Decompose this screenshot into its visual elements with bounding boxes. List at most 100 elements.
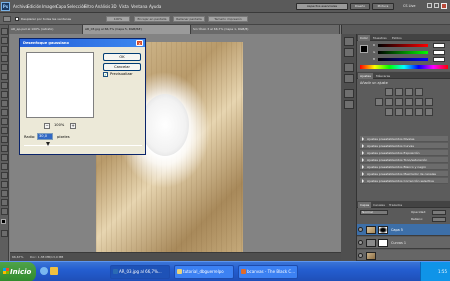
cancel-button[interactable]: Cancelar <box>103 63 141 71</box>
type-tool-icon[interactable] <box>1 163 8 170</box>
radius-slider-handle[interactable] <box>46 142 50 146</box>
tab-document-3[interactable]: Sin título 3 al 66,7% (Capa 1, RGB/8) <box>191 25 340 34</box>
workspace-painting-button[interactable]: Pintura <box>372 3 394 10</box>
color-spectrum-bar[interactable] <box>360 65 448 69</box>
tab-document-1[interactable]: AR_ap.psd al 100% (retrato) <box>9 25 83 34</box>
brightness-adjustment-icon[interactable] <box>385 88 393 96</box>
close-window-icon[interactable] <box>441 3 447 9</box>
green-channel-slider[interactable] <box>378 51 428 54</box>
gradient-tool-icon[interactable] <box>1 127 8 134</box>
fill-input[interactable] <box>432 217 446 222</box>
preset-channel-mixer[interactable]: Ajustes preestablecidos Mezclador de can… <box>360 171 448 177</box>
tab-styles[interactable]: Estilos <box>390 35 404 41</box>
workspace-essentials-button[interactable]: Aspectos esenciales <box>296 3 348 10</box>
crop-tool-icon[interactable] <box>1 64 8 71</box>
layer-row-active[interactable]: Capa 5 <box>357 224 450 236</box>
brush-tool-icon[interactable] <box>1 91 8 98</box>
eye-icon[interactable] <box>358 240 363 245</box>
posterize-adjustment-icon[interactable] <box>395 108 403 116</box>
eye-icon[interactable] <box>358 253 363 258</box>
opacity-input[interactable] <box>432 210 446 215</box>
layer-row[interactable]: Curvas 1 <box>357 237 450 249</box>
threshold-adjustment-icon[interactable] <box>405 108 413 116</box>
preset-levels[interactable]: Ajustes preestablecidos Niveles <box>360 136 448 142</box>
3d-rotate-tool-icon[interactable] <box>1 190 8 197</box>
red-channel-slider[interactable] <box>378 44 428 47</box>
zoom-level-readout[interactable]: 66,67% <box>12 253 23 261</box>
pen-tool-icon[interactable] <box>1 154 8 161</box>
quicklaunch-icon[interactable] <box>40 267 48 275</box>
paragraph-panel-icon[interactable] <box>344 100 354 109</box>
dialog-close-icon[interactable]: x <box>136 40 143 46</box>
preset-exposure[interactable]: Ajustes preestablecidos Exposición <box>360 150 448 156</box>
hand-tool-side-icon[interactable] <box>1 199 8 206</box>
shape-tool-icon[interactable] <box>1 181 8 188</box>
dodge-tool-icon[interactable] <box>1 145 8 152</box>
tab-swatches[interactable]: Muestras <box>371 35 389 41</box>
foreground-color-swatch[interactable] <box>1 219 6 224</box>
actual-pixels-button[interactable]: 100% <box>106 16 130 22</box>
marquee-tool-icon[interactable] <box>1 37 8 44</box>
clone-stamp-tool-icon[interactable] <box>1 100 8 107</box>
layer-row[interactable] <box>357 250 450 261</box>
quicklaunch-folder-icon[interactable] <box>50 267 58 275</box>
preset-curves[interactable]: Ajustes preestablecidos Curvas <box>360 143 448 149</box>
tab-layers[interactable]: Capas <box>358 202 372 208</box>
eyedropper-tool-icon[interactable] <box>1 73 8 80</box>
exposure-adjustment-icon[interactable] <box>415 88 423 96</box>
path-select-tool-icon[interactable] <box>1 172 8 179</box>
gradient-map-adjustment-icon[interactable] <box>415 108 423 116</box>
green-channel-input[interactable] <box>433 50 445 55</box>
move-tool-icon[interactable] <box>1 28 8 35</box>
minimize-icon[interactable] <box>427 3 432 8</box>
tab-channels[interactable]: Canales <box>371 202 387 208</box>
black-white-adjustment-icon[interactable] <box>405 98 413 106</box>
zoom-in-button[interactable]: + <box>70 123 76 129</box>
hand-tool-icon[interactable] <box>3 16 11 22</box>
photo-filter-adjustment-icon[interactable] <box>415 98 423 106</box>
preset-black-white[interactable]: Ajustes preestablecidos Blanco y negro <box>360 164 448 170</box>
selective-color-adjustment-icon[interactable] <box>425 108 433 116</box>
quick-select-tool-icon[interactable] <box>1 55 8 62</box>
zoom-out-button[interactable]: − <box>44 123 50 129</box>
tab-adjustments[interactable]: Ajustes <box>358 73 373 79</box>
menu-ayuda[interactable]: Ayuda <box>149 4 161 9</box>
panel-foreground-swatch[interactable] <box>360 45 368 53</box>
taskbar-item-tutorial[interactable]: tutorial_dbguerrelpo <box>174 265 234 279</box>
scroll-all-checkbox[interactable] <box>15 17 19 21</box>
taskbar-item-browser[interactable]: bcanvas - The Black C... <box>238 265 298 279</box>
menu-ventana[interactable]: Ventana <box>131 4 147 9</box>
tab-document-2[interactable]: AR_03.jpg al 66,7% (Capa 5, RGB/8#) <box>83 25 191 34</box>
tab-paths[interactable]: Trazados <box>387 202 404 208</box>
color-balance-adjustment-icon[interactable] <box>395 98 403 106</box>
fit-screen-button[interactable]: Encajar en pantalla <box>134 16 170 22</box>
start-button[interactable]: Inicio <box>0 262 36 281</box>
fill-screen-button[interactable]: Rellenar pantalla <box>173 16 205 22</box>
blur-tool-icon[interactable] <box>1 136 8 143</box>
print-size-button[interactable]: Tamaño impresión <box>208 16 248 22</box>
blur-preview[interactable] <box>26 52 94 118</box>
menu-3d[interactable]: 3D <box>111 4 117 9</box>
eraser-tool-icon[interactable] <box>1 118 8 125</box>
ok-button[interactable]: OK <box>103 53 141 61</box>
brush-panel-icon[interactable] <box>344 63 354 72</box>
menu-capa[interactable]: Capa <box>56 4 66 9</box>
layer-mask-thumbnail[interactable] <box>378 226 388 234</box>
history-brush-tool-icon[interactable] <box>1 109 8 116</box>
tab-color[interactable]: Color <box>358 35 370 41</box>
cs-live-button[interactable]: CS Live <box>403 4 416 8</box>
hue-saturation-adjustment-icon[interactable] <box>385 98 393 106</box>
blend-mode-select[interactable]: Normal <box>360 210 388 215</box>
levels-adjustment-icon[interactable] <box>395 88 403 96</box>
layer-mask-thumbnail[interactable] <box>378 239 388 247</box>
vibrance-adjustment-icon[interactable] <box>375 98 383 106</box>
clone-source-panel-icon[interactable] <box>344 74 354 83</box>
channel-mixer-adjustment-icon[interactable] <box>425 98 433 106</box>
radius-slider-track[interactable] <box>24 145 142 146</box>
eye-icon[interactable] <box>358 227 363 232</box>
menu-analisis[interactable]: Análisis <box>95 4 110 9</box>
radius-input[interactable]: 30,0 <box>37 133 53 140</box>
red-channel-input[interactable] <box>433 43 445 48</box>
maximize-icon[interactable] <box>434 3 439 8</box>
menu-imagen[interactable]: Imagen <box>42 4 57 9</box>
